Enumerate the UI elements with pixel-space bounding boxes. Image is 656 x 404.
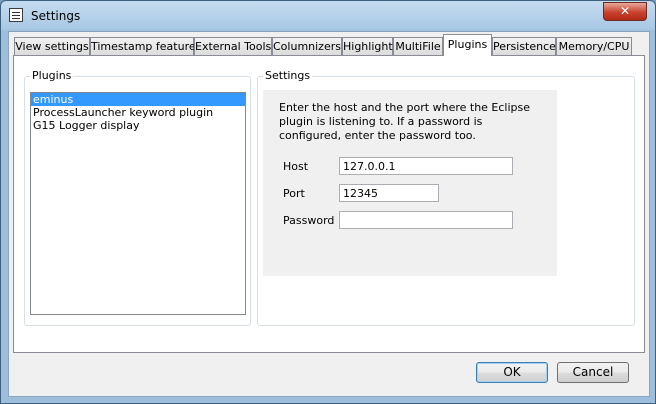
settings-description: Enter the host and the port where the Ec… [279, 101, 531, 142]
host-label: Host [283, 160, 309, 173]
tab-plugins[interactable]: Plugins [443, 34, 492, 56]
settings-group-title: Settings [263, 69, 313, 82]
settings-window-icon [9, 8, 23, 22]
list-item[interactable]: G15 Logger display [31, 119, 245, 132]
tab-external-tools[interactable]: External Tools [194, 37, 272, 55]
host-input[interactable] [339, 157, 513, 175]
dialog-client-area: View settings Timestamp features Externa… [8, 31, 650, 397]
tab-memory-cpu[interactable]: Memory/CPU [556, 37, 632, 55]
tab-timestamp-features[interactable]: Timestamp features [90, 37, 201, 55]
list-item[interactable]: ProcessLauncher keyword plugin [31, 106, 245, 119]
tab-multifile[interactable]: MultiFile [393, 37, 443, 55]
password-input[interactable] [339, 211, 513, 229]
tab-view-settings[interactable]: View settings [14, 37, 90, 55]
window-title: Settings [31, 9, 81, 23]
settings-window: Settings ✕ View settings Timestamp featu… [0, 0, 656, 404]
list-item[interactable]: eminus [31, 93, 245, 106]
plugin-settings-panel: Enter the host and the port where the Ec… [263, 90, 557, 276]
plugins-listbox[interactable]: eminus ProcessLauncher keyword plugin G1… [30, 92, 246, 315]
close-button[interactable]: ✕ [603, 2, 647, 21]
cancel-button[interactable]: Cancel [557, 362, 629, 383]
title-bar[interactable]: Settings ✕ [1, 1, 655, 31]
settings-group: Settings Enter the host and the port whe… [257, 69, 635, 326]
tab-columnizers[interactable]: Columnizers [272, 37, 342, 55]
ok-button[interactable]: OK [476, 362, 548, 383]
port-input[interactable] [339, 184, 439, 202]
close-icon: ✕ [619, 4, 631, 18]
plugins-group: Plugins eminus ProcessLauncher keyword p… [24, 69, 251, 326]
plugins-group-title: Plugins [30, 69, 74, 82]
port-label: Port [283, 187, 305, 200]
password-label: Password [283, 214, 335, 227]
plugins-tab-page: Plugins eminus ProcessLauncher keyword p… [13, 55, 645, 353]
tab-persistence[interactable]: Persistence [492, 37, 556, 55]
tab-highlight[interactable]: Highlight [342, 37, 393, 55]
